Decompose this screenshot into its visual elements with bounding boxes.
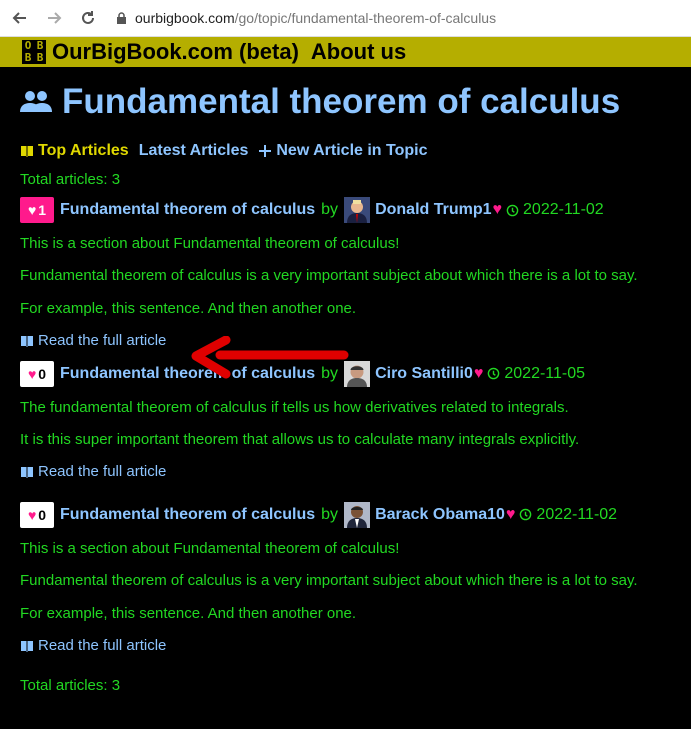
author-link[interactable]: Donald Trump [375, 201, 483, 219]
article-paragraph: The fundamental theorem of calculus if t… [20, 398, 569, 416]
page-title-text: Fundamental theorem of calculus [62, 82, 621, 121]
article-date: 2022-11-02 [506, 201, 604, 219]
like-button[interactable]: ♥ 0 [20, 360, 54, 387]
topic-users-icon [20, 90, 52, 114]
book-icon [20, 145, 34, 157]
book-icon [20, 466, 34, 478]
annotation-arrow-icon [191, 336, 349, 379]
browser-toolbar: ourbigbook.com/go/topic/fundamental-theo… [0, 0, 691, 37]
author-score: 1 [482, 201, 492, 218]
heart-icon: ♥ [473, 364, 484, 382]
book-icon [20, 335, 34, 347]
logo-letter: B [36, 51, 44, 64]
author-score: 10 [487, 505, 505, 523]
by-label: by [321, 201, 339, 218]
read-full-article-link[interactable]: Read the full article [0, 630, 691, 662]
article-title-link[interactable]: Fundamental theorem of calculus [60, 201, 315, 219]
tab-label: Top Articles [38, 142, 129, 159]
heart-icon: ♥ [27, 365, 37, 382]
back-arrow-icon[interactable] [10, 8, 30, 28]
about-link[interactable]: About us [311, 39, 406, 65]
article-paragraph: This is a section about Fundamental theo… [20, 539, 400, 557]
article-item: ♥ 1 Fundamental theorem of calculus by Do… [0, 193, 691, 357]
date-text: 2022-11-05 [504, 364, 586, 382]
heart-icon: ♥ [492, 201, 503, 218]
plus-icon [258, 144, 272, 158]
article-paragraph: This is a section about Fundamental theo… [20, 234, 400, 252]
brand-link[interactable]: OurBigBook.com (beta) [52, 39, 299, 65]
avatar[interactable] [344, 197, 371, 223]
article-paragraph: It is this super important theorem that … [20, 431, 580, 449]
site-header: O B B B OurBigBook.com (beta) About us [0, 37, 691, 67]
clock-icon [520, 509, 532, 521]
tab-label: New Article in Topic [276, 142, 428, 159]
heart-icon: ♥ [27, 202, 37, 218]
article-date: 2022-11-02 [519, 506, 617, 524]
article-title-link[interactable]: Fundamental theorem of calculus [60, 506, 315, 524]
article-date: 2022-11-05 [487, 365, 585, 383]
address-bar[interactable]: ourbigbook.com/go/topic/fundamental-theo… [116, 10, 496, 26]
article-paragraph: Fundamental theorem of calculus is a ver… [20, 267, 638, 285]
like-count: 0 [38, 506, 47, 523]
author-score: 0 [463, 364, 473, 382]
read-label: Read the full article [38, 463, 167, 481]
clock-icon [506, 204, 519, 216]
read-full-article-link[interactable]: Read the full article [0, 456, 691, 488]
article-paragraph: For example, this sentence. And then ano… [20, 299, 357, 317]
logo-letter: B [24, 51, 32, 64]
like-button[interactable]: ♥ 0 [20, 501, 54, 528]
article-tabs: Top Articles Latest Articles New Article… [0, 137, 691, 165]
reload-icon[interactable] [78, 8, 98, 28]
date-text: 2022-11-02 [536, 505, 618, 523]
total-articles-bottom: Total articles: 3 [20, 677, 121, 695]
total-articles: Total articles: 3 [20, 170, 121, 188]
read-label: Read the full article [38, 637, 167, 655]
lock-icon [116, 11, 127, 25]
clock-icon [488, 367, 500, 380]
like-button[interactable]: ♥ 1 [20, 197, 54, 223]
page-title: Fundamental theorem of calculus [0, 67, 691, 137]
author-link[interactable]: Ciro Santilli [375, 365, 464, 383]
tab-top-articles[interactable]: Top Articles [20, 142, 129, 160]
article-paragraph: Fundamental theorem of calculus is a ver… [20, 572, 638, 590]
url-host: ourbigbook.com [135, 10, 235, 26]
read-label: Read the full article [38, 332, 167, 350]
tab-new-article[interactable]: New Article in Topic [258, 142, 428, 160]
url-path: /go/topic/fundamental-theorem-of-calculu… [234, 10, 497, 26]
site-logo[interactable]: O B B B [22, 40, 46, 64]
article-header: ♥ 1 Fundamental theorem of calculus by Do… [0, 193, 691, 227]
forward-arrow-icon[interactable] [44, 8, 64, 28]
like-count: 1 [38, 202, 47, 218]
heart-icon: ♥ [505, 505, 516, 523]
avatar[interactable] [344, 501, 371, 528]
tab-latest-articles[interactable]: Latest Articles [139, 142, 249, 160]
date-text: 2022-11-02 [523, 201, 604, 218]
author-link[interactable]: Barack Obama [375, 506, 487, 524]
article-item: ♥ 0 Fundamental theorem of calculus by Ba… [0, 498, 691, 662]
article-paragraph: For example, this sentence. And then ano… [20, 604, 357, 622]
book-icon [20, 640, 34, 652]
like-count: 0 [38, 365, 47, 382]
heart-icon: ♥ [27, 506, 37, 523]
article-header: ♥ 0 Fundamental theorem of calculus by Ba… [0, 498, 691, 532]
by-label: by [321, 505, 339, 523]
